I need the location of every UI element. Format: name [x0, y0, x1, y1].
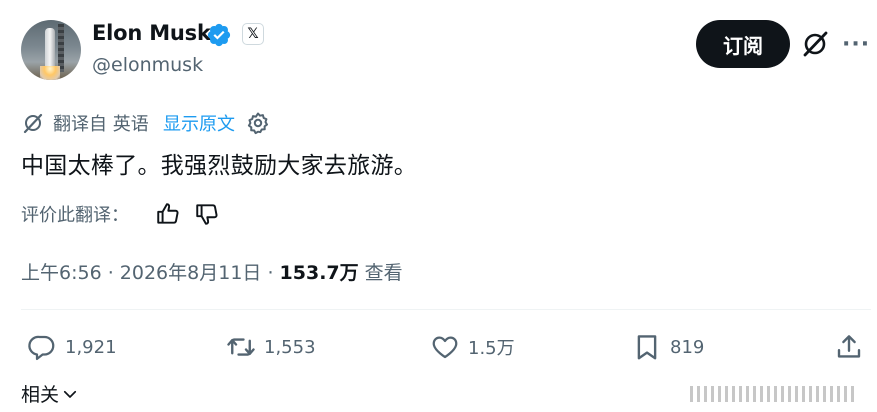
translate-grok-icon: [23, 113, 43, 134]
retweet-count: 1,553: [264, 336, 316, 358]
author-name[interactable]: Elon Musk: [92, 21, 211, 45]
related-label: 相关: [21, 384, 60, 406]
reply-button[interactable]: 1,921: [27, 330, 117, 364]
grok-icon[interactable]: [799, 28, 831, 60]
subscribe-button[interactable]: 订阅: [696, 20, 790, 68]
x-affiliation-icon: 𝕏: [242, 23, 264, 45]
share-icon: [837, 335, 861, 358]
verified-badge-icon: [207, 23, 231, 47]
bookmark-button[interactable]: 819: [632, 330, 704, 364]
avatar-rocket: [45, 28, 55, 68]
like-button[interactable]: 1.5万: [430, 330, 515, 364]
thumbs-down-icon[interactable]: [194, 201, 220, 227]
heart-icon: [432, 336, 458, 359]
retweet-button[interactable]: 1,553: [226, 330, 316, 364]
related-toggle[interactable]: 相关: [21, 380, 79, 407]
show-original-link[interactable]: 显示原文: [163, 110, 235, 136]
bookmark-count: 819: [670, 336, 705, 358]
more-options-icon[interactable]: ···: [842, 32, 870, 57]
divider: [21, 309, 871, 310]
like-count: 1.5万: [468, 338, 515, 359]
author-handle[interactable]: @elonmusk: [92, 54, 203, 76]
gear-icon[interactable]: [246, 111, 270, 135]
thumbs-up-icon[interactable]: [155, 201, 181, 227]
tweet-text: 中国太棒了。我强烈鼓励大家去旅游。: [21, 153, 418, 179]
rate-translation-label: 评价此翻译：: [21, 205, 129, 226]
reply-count: 1,921: [65, 336, 117, 358]
tweet-timestamp[interactable]: 上午6:56 · 2026年8月11日 ·: [21, 262, 280, 284]
reply-icon: [28, 335, 55, 360]
views-label: 查看: [358, 262, 403, 284]
tweet-meta: 上午6:56 · 2026年8月11日 · 153.7万 查看: [21, 258, 403, 285]
watermark-image: [690, 386, 854, 402]
share-button[interactable]: [834, 330, 864, 364]
avatar[interactable]: [21, 20, 81, 80]
avatar-launch-tower: [58, 24, 64, 72]
bookmark-icon: [637, 335, 657, 360]
retweet-icon: [227, 338, 255, 356]
avatar-flame: [40, 66, 60, 80]
translated-from-label: 翻译自 英语: [53, 114, 149, 135]
chevron-down-icon: [63, 390, 77, 398]
view-count: 153.7万: [279, 262, 359, 284]
